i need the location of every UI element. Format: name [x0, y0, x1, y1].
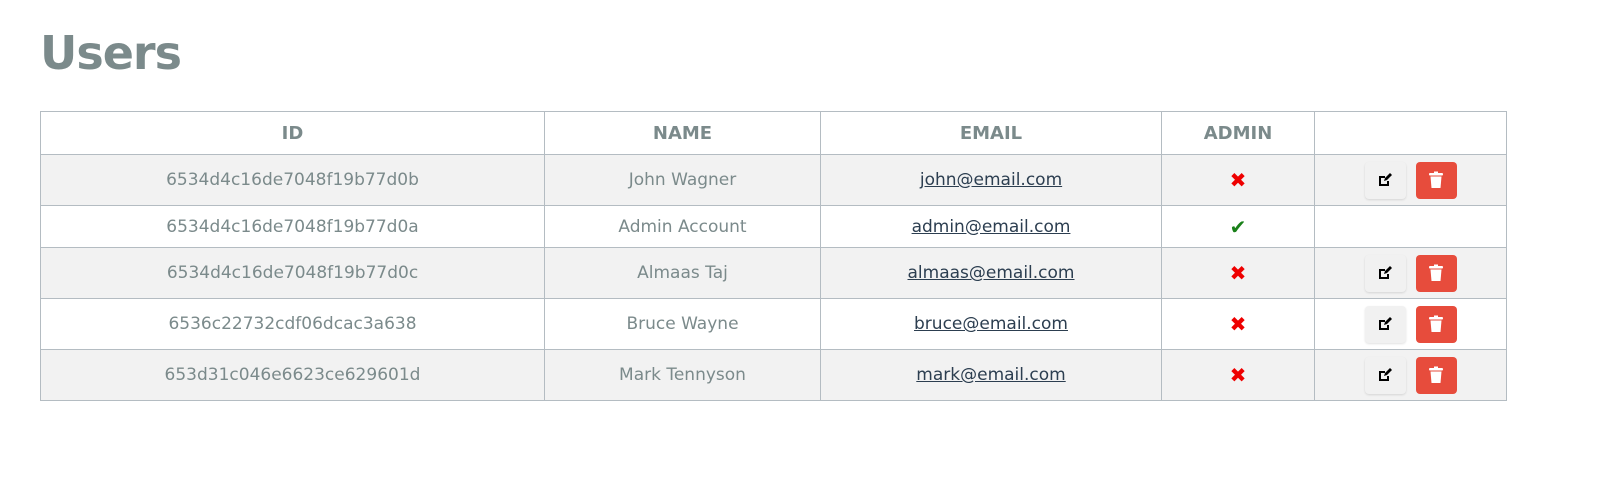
- user-name: Admin Account: [544, 205, 821, 248]
- check-icon: ✔: [1229, 214, 1247, 239]
- user-id: 6536c22732cdf06dcac3a638: [40, 298, 545, 350]
- user-name: Bruce Wayne: [544, 298, 821, 350]
- user-id: 6534d4c16de7048f19b77d0a: [40, 205, 545, 248]
- delete-user-button[interactable]: [1415, 254, 1457, 292]
- user-name: John Wagner: [544, 154, 821, 206]
- edit-icon: [1377, 316, 1393, 332]
- user-name: Almaas Taj: [544, 247, 821, 299]
- user-email-link[interactable]: mark@email.com: [916, 365, 1065, 385]
- user-id: 6534d4c16de7048f19b77d0c: [40, 247, 545, 299]
- col-header-id: ID: [40, 111, 545, 155]
- edit-user-button[interactable]: [1364, 254, 1406, 292]
- x-icon: ✖: [1229, 363, 1247, 387]
- edit-user-button[interactable]: [1364, 356, 1406, 394]
- x-icon: ✖: [1229, 261, 1247, 285]
- edit-user-button[interactable]: [1364, 161, 1406, 199]
- delete-user-button[interactable]: [1415, 356, 1457, 394]
- users-table: ID NAME EMAIL ADMIN 6534d4c16de7048f19b7…: [40, 111, 1507, 401]
- user-email-link[interactable]: bruce@email.com: [914, 314, 1068, 334]
- edit-icon: [1377, 265, 1393, 281]
- x-icon: ✖: [1229, 312, 1247, 336]
- table-row: 6536c22732cdf06dcac3a638 Bruce Wayne bru…: [40, 298, 1507, 350]
- table-row: 6534d4c16de7048f19b77d0a Admin Account a…: [40, 205, 1507, 248]
- user-id: 6534d4c16de7048f19b77d0b: [40, 154, 545, 206]
- col-header-email: EMAIL: [820, 111, 1162, 155]
- user-id: 653d31c046e6623ce629601d: [40, 349, 545, 401]
- trash-icon: [1428, 315, 1444, 333]
- table-row: 6534d4c16de7048f19b77d0b John Wagner joh…: [40, 154, 1507, 206]
- trash-icon: [1428, 264, 1444, 282]
- page-title: Users: [40, 26, 182, 80]
- x-icon: ✖: [1229, 168, 1247, 192]
- col-header-name: NAME: [544, 111, 821, 155]
- table-row: 653d31c046e6623ce629601d Mark Tennyson m…: [40, 349, 1507, 401]
- col-header-actions: [1314, 111, 1507, 155]
- user-name: Mark Tennyson: [544, 349, 821, 401]
- user-email-link[interactable]: admin@email.com: [912, 217, 1071, 237]
- edit-user-button[interactable]: [1364, 305, 1406, 343]
- delete-user-button[interactable]: [1415, 305, 1457, 343]
- edit-icon: [1377, 367, 1393, 383]
- trash-icon: [1428, 171, 1444, 189]
- table-row: 6534d4c16de7048f19b77d0c Almaas Taj alma…: [40, 247, 1507, 299]
- user-email-link[interactable]: john@email.com: [920, 170, 1062, 190]
- edit-icon: [1377, 172, 1393, 188]
- user-email-link[interactable]: almaas@email.com: [908, 263, 1075, 283]
- trash-icon: [1428, 366, 1444, 384]
- delete-user-button[interactable]: [1415, 161, 1457, 199]
- col-header-admin: ADMIN: [1161, 111, 1315, 155]
